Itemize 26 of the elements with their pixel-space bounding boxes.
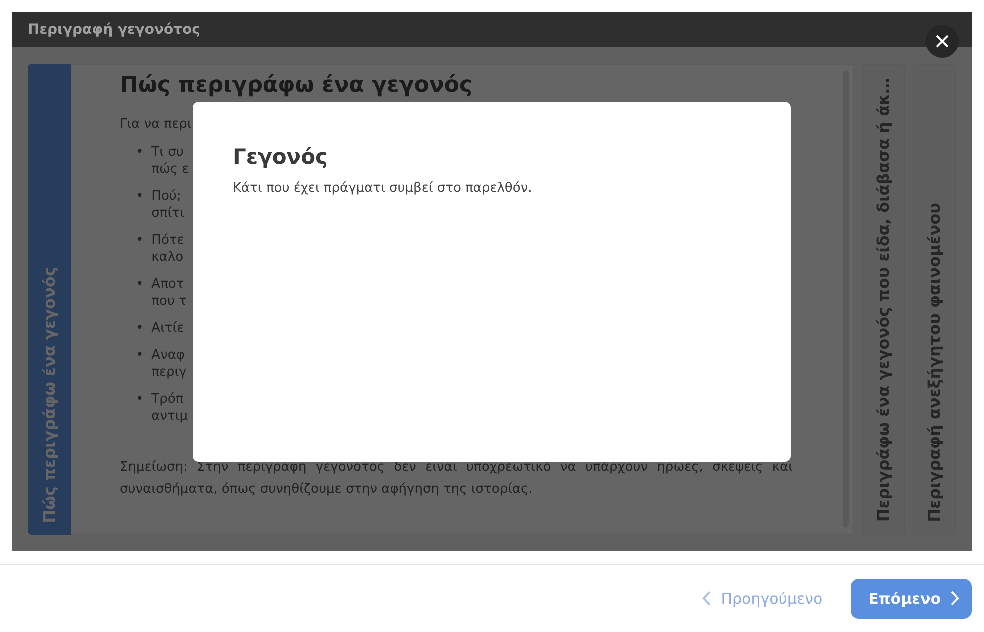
note-text: Σημείωση: Στην περιγραφη γεγονοτος δεν ειναι υποχρεωτικό να υπάρχουν ηρωες, σκεψεις και συναισθήματα, όπως συνηθίζουμε στην αφήγηση της ιστορίας. [120,459,793,499]
bullet-marker: • [136,188,144,205]
bullet-text: Αποτ που τ [152,276,187,310]
chevron-right-icon [951,591,960,606]
bullet-text: Τι συ πώς ε [152,144,190,178]
next-button[interactable]: Επόμενο [850,578,972,618]
bullet-text: Αναφ περιγ [152,347,187,381]
bullet-marker: • [136,144,144,161]
dialog-title: Περιγραφή γεγονότος [28,22,200,38]
bullet-text: Πού; σπίτι [152,188,184,222]
accordion-tab[interactable]: Περιγραφή ανεξήγητου φαινομένου [913,64,956,535]
intro-text: Για να περι [120,117,193,132]
bullet-marker: • [136,320,144,337]
accordion-tab[interactable]: Περιγράφω ένα γεγονός που είδα, διάβασα ή άκ… [862,64,905,535]
bullet-marker: • [136,276,144,293]
bullet-marker: • [136,391,144,408]
popup-text: Κάτι που έχει πράγματι συμβεί στο παρελθόν. [233,181,534,196]
article-heading: Πώς περιγράφω ένα γεγονός [120,73,474,99]
bullet-marker: • [136,232,144,249]
bullet-text: Αιτίε [152,320,184,337]
bullet-marker: • [136,347,144,364]
bullet-text: Πότε καλο [152,232,184,266]
chevron-left-icon [702,591,712,606]
bullet-text: Τρόπ αντιμ [152,391,188,425]
popup-title: Γεγονός [233,145,329,169]
close-icon [936,35,949,48]
